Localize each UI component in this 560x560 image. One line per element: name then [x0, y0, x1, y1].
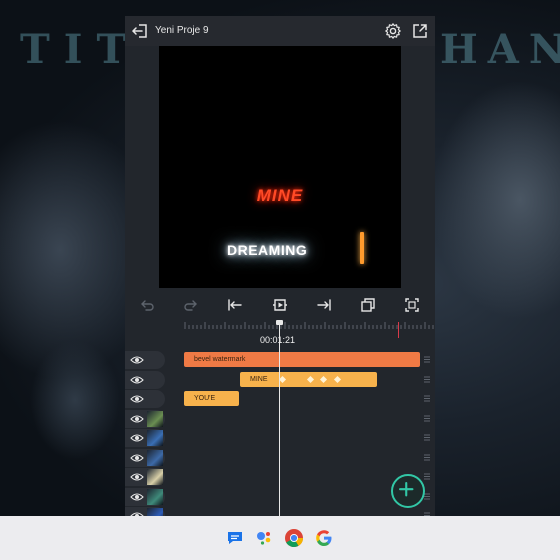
image-clip-thumbnail[interactable]	[147, 508, 163, 516]
playback-toolbar	[125, 294, 435, 316]
track-row: YOU'E	[125, 390, 435, 409]
visibility-eye-icon[interactable]	[130, 393, 144, 405]
wallpaper-text: HAN	[440, 26, 560, 73]
google-icon[interactable]	[314, 528, 334, 548]
wallpaper-text: TIT	[20, 26, 141, 73]
jump-start-icon[interactable]	[226, 296, 244, 314]
current-time-label: 00:01:21	[260, 335, 296, 345]
track-row	[125, 409, 435, 429]
track-row	[125, 448, 435, 468]
fullscreen-icon[interactable]	[403, 296, 421, 314]
track-header	[125, 351, 165, 369]
track-row	[125, 487, 435, 507]
drag-handle-icon[interactable]	[424, 356, 430, 363]
jump-end-icon[interactable]	[315, 296, 333, 314]
keyframe-marker[interactable]	[278, 375, 287, 383]
image-clip-thumbnail[interactable]	[147, 449, 163, 466]
play-icon[interactable]	[271, 296, 289, 314]
taskbar	[0, 516, 560, 560]
visibility-eye-icon[interactable]	[130, 374, 144, 386]
image-clip-thumbnail[interactable]	[147, 430, 163, 446]
redo-icon[interactable]	[182, 296, 200, 314]
project-title: Yeni Proje 9	[155, 25, 209, 36]
preview-dreaming-text[interactable]: DREAMING	[227, 242, 307, 258]
back-icon[interactable]	[131, 22, 149, 40]
undo-icon[interactable]	[138, 296, 156, 314]
playhead-knob[interactable]	[276, 320, 283, 325]
drag-handle-icon[interactable]	[424, 434, 430, 441]
playhead[interactable]	[279, 320, 280, 516]
track-header	[125, 429, 165, 447]
visibility-eye-icon[interactable]	[130, 432, 144, 444]
image-clip-thumbnail[interactable]	[147, 410, 163, 427]
end-marker	[398, 322, 399, 338]
drag-handle-icon[interactable]	[424, 395, 430, 402]
messages-icon[interactable]	[225, 528, 245, 548]
settings-gear-icon[interactable]	[384, 22, 402, 40]
drag-handle-icon[interactable]	[424, 415, 430, 422]
keyframe-marker[interactable]	[306, 375, 315, 383]
visibility-eye-icon[interactable]	[130, 471, 144, 483]
track-header	[125, 370, 165, 389]
drag-handle-icon[interactable]	[424, 454, 430, 461]
drag-handle-icon[interactable]	[424, 376, 430, 383]
wallpaper-figure	[430, 80, 560, 320]
visibility-eye-icon[interactable]	[130, 413, 144, 425]
track-row	[125, 507, 435, 516]
visibility-eye-icon[interactable]	[130, 452, 144, 464]
text-clip[interactable]: YOU'E	[184, 391, 239, 406]
keyframe-marker[interactable]	[333, 375, 342, 383]
image-clip-thumbnail[interactable]	[147, 469, 163, 485]
text-clip[interactable]: MINE	[240, 371, 377, 387]
drag-handle-icon[interactable]	[424, 473, 430, 480]
track-header	[125, 468, 165, 486]
assistant-icon[interactable]	[254, 528, 274, 548]
preview-mine-text[interactable]: MINE	[159, 186, 401, 206]
export-icon[interactable]	[411, 22, 429, 40]
wallpaper-figure	[30, 340, 120, 460]
visibility-eye-icon[interactable]	[130, 491, 144, 503]
track-header	[125, 390, 165, 408]
track-header	[125, 487, 165, 506]
track-header	[125, 448, 165, 467]
image-clip-thumbnail[interactable]	[147, 488, 163, 505]
track-header	[125, 507, 165, 516]
track-header	[125, 409, 165, 428]
drag-handle-icon[interactable]	[424, 493, 430, 500]
text-cursor-bar	[360, 232, 364, 264]
top-bar: Yeni Proje 9	[125, 16, 435, 46]
track-row: bevel watermark	[125, 351, 435, 370]
text-clip[interactable]: bevel watermark	[184, 352, 420, 367]
add-media-button[interactable]	[391, 474, 425, 508]
track-row: MINE	[125, 370, 435, 390]
track-row	[125, 429, 435, 448]
track-row	[125, 468, 435, 487]
preview-canvas[interactable]: MINE DREAMING	[159, 46, 401, 288]
keyframe-marker[interactable]	[319, 375, 328, 383]
duplicate-icon[interactable]	[359, 296, 377, 314]
visibility-eye-icon[interactable]	[130, 354, 144, 366]
video-editor-app: Yeni Proje 9 MINE DREAMING 00:01:21 beve…	[125, 16, 435, 516]
chrome-icon[interactable]	[284, 528, 304, 548]
